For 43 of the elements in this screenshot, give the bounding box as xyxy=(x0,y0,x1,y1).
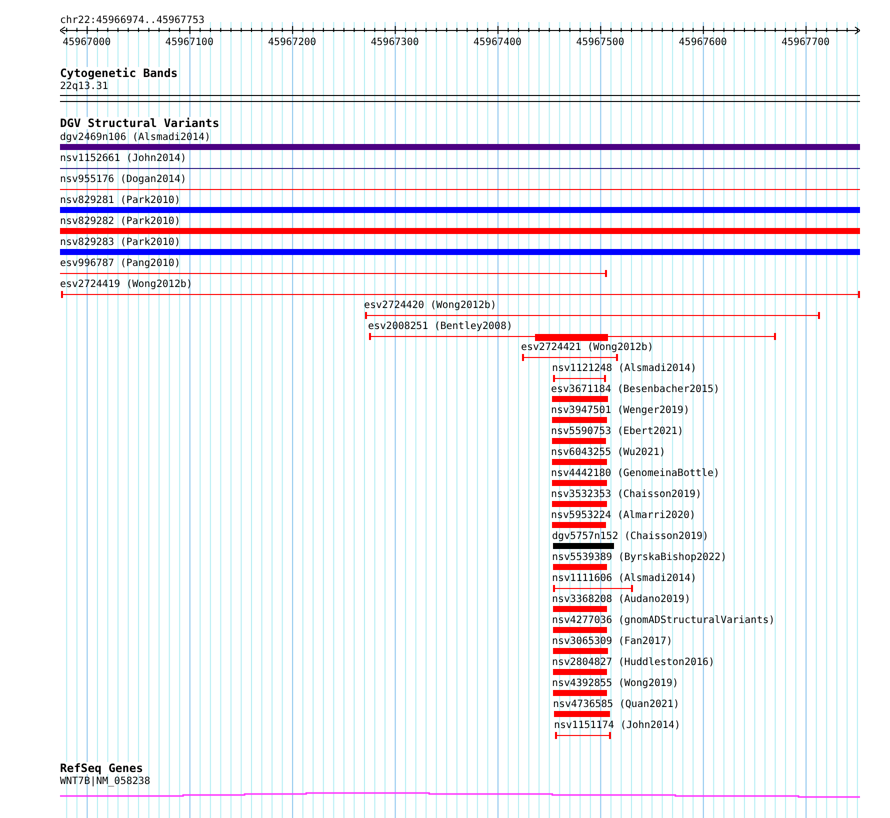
feature-label[interactable]: nsv3368208 (Audano2019) xyxy=(552,594,690,606)
feature-label[interactable]: esv3671184 (Besenbacher2015) xyxy=(551,384,720,396)
feature-label[interactable]: nsv1111606 (Alsmadi2014) xyxy=(552,573,696,585)
feature-label[interactable]: nsv829281 (Park2010) xyxy=(60,195,180,207)
feature-label[interactable]: nsv3947501 (Wenger2019) xyxy=(551,405,690,417)
feature-label[interactable]: nsv829283 (Park2010) xyxy=(60,237,180,249)
feature-label[interactable]: nsv1121248 (Alsmadi2014) xyxy=(552,363,696,375)
gene-label[interactable]: WNT7B|NM_058238 xyxy=(60,776,150,788)
feature-label[interactable]: nsv4277036 (gnomADStructuralVariants) xyxy=(552,615,775,627)
feature-label[interactable]: esv2724421 (Wong2012b) xyxy=(521,342,654,354)
feature-label[interactable]: nsv4442180 (GenomeinaBottle) xyxy=(551,468,720,480)
tick-label: 45967300 xyxy=(370,37,419,49)
feature-label[interactable]: nsv4392855 (Wong2019) xyxy=(552,678,678,690)
feature-label[interactable]: nsv5953224 (Almarri2020) xyxy=(551,510,696,522)
feature-label[interactable]: nsv1151174 (John2014) xyxy=(554,720,680,732)
track-title: Cytogenetic Bands xyxy=(60,67,178,79)
feature-label[interactable]: esv2008251 (Bentley2008) xyxy=(368,321,512,333)
tick-label: 45967200 xyxy=(268,37,316,49)
feature-label[interactable]: esv2724420 (Wong2012b) xyxy=(364,300,496,312)
feature-label[interactable]: nsv4736585 (Quan2021) xyxy=(553,699,680,711)
tick-label: 45967000 xyxy=(62,37,111,49)
band-label: 22q13.31 xyxy=(60,81,108,93)
feature-label[interactable]: nsv5539389 (ByrskaBishop2022) xyxy=(552,552,727,564)
location-label: chr22:45966974..45967753 xyxy=(60,15,204,27)
feature-label[interactable]: esv2724419 (Wong2012b) xyxy=(60,279,192,291)
tick-label: 45967100 xyxy=(165,37,214,49)
feature-label[interactable]: nsv3532353 (Chaisson2019) xyxy=(551,489,702,501)
feature-label[interactable]: dgv5757n152 (Chaisson2019) xyxy=(552,531,709,543)
feature-label[interactable]: nsv6043255 (Wu2021) xyxy=(551,447,666,459)
feature-label[interactable]: nsv2804827 (Huddleston2016) xyxy=(552,657,715,669)
feature-label[interactable]: nsv829282 (Park2010) xyxy=(60,216,180,228)
tick-label: 45967500 xyxy=(576,37,624,49)
feature-label[interactable]: esv996787 (Pang2010) xyxy=(60,258,180,270)
tick-label: 45967600 xyxy=(678,37,727,49)
feature-label[interactable]: nsv1152661 (John2014) xyxy=(60,153,186,165)
feature-label[interactable]: nsv5590753 (Ebert2021) xyxy=(551,426,684,438)
feature-label[interactable]: nsv3065309 (Fan2017) xyxy=(552,636,672,648)
tick-label: 45967400 xyxy=(473,37,522,49)
track-title: DGV Structural Variants xyxy=(60,117,220,129)
feature-label[interactable]: nsv955176 (Dogan2014) xyxy=(60,174,186,186)
feature-label[interactable]: dgv2469n106 (Alsmadi2014) xyxy=(60,132,211,144)
track-title: RefSeq Genes xyxy=(60,762,144,774)
tick-label: 45967700 xyxy=(781,37,830,49)
